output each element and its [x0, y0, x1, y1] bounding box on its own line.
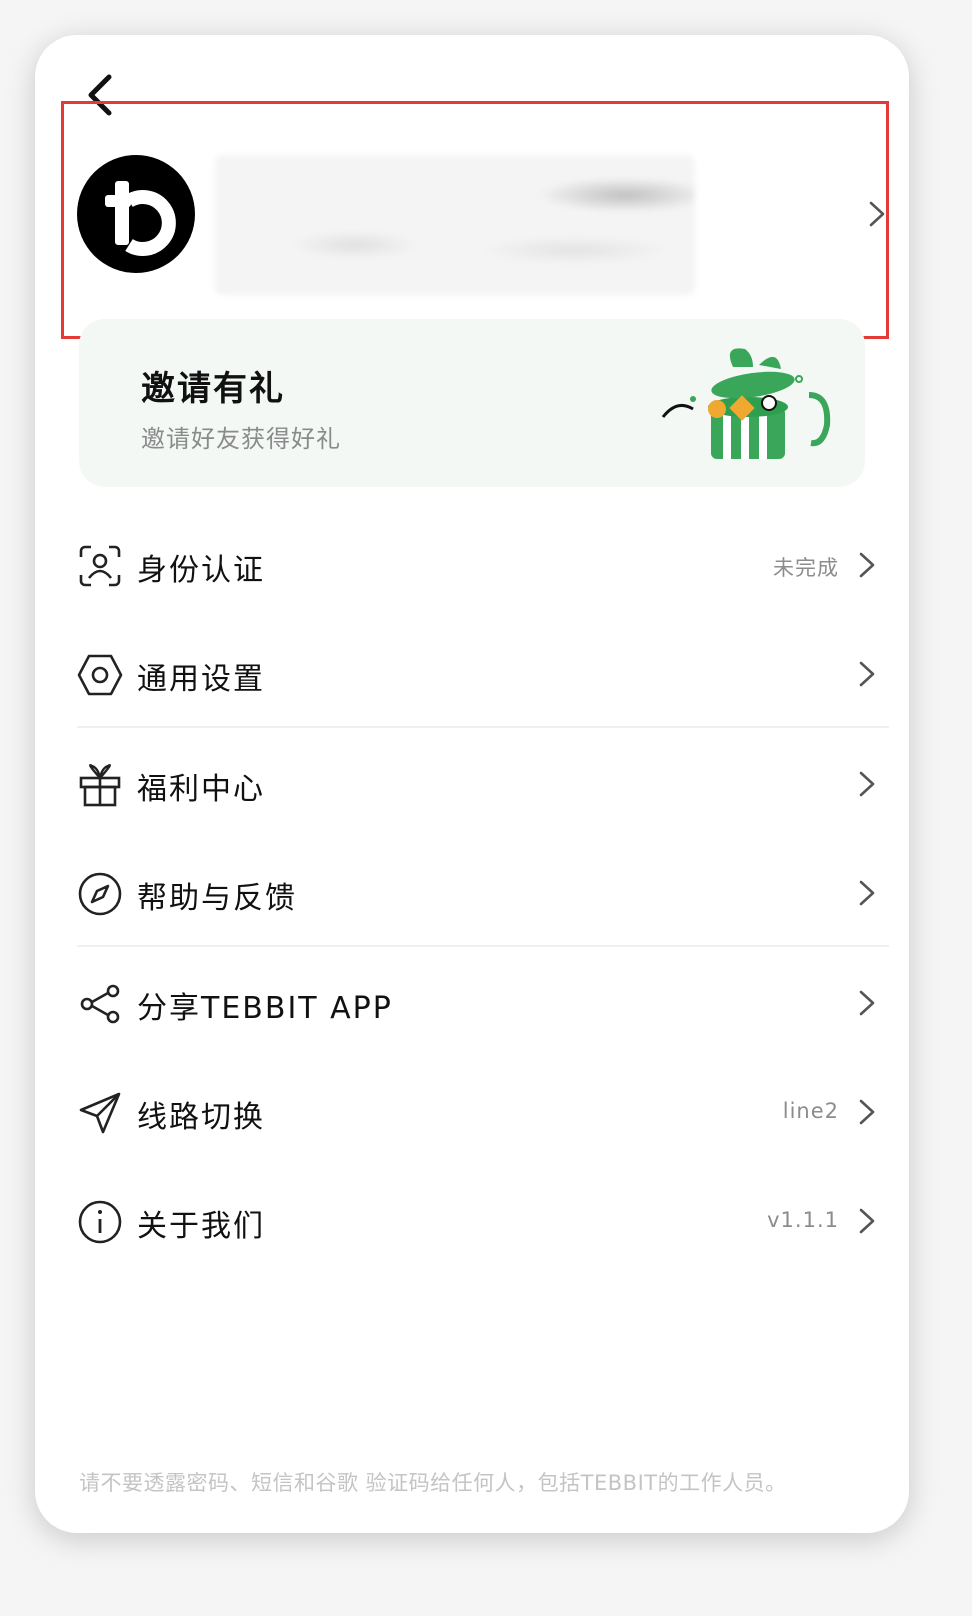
- compass-icon: [78, 872, 122, 916]
- divider: [77, 945, 889, 947]
- menu-item-identity-verification[interactable]: 身份认证 未完成: [77, 525, 877, 605]
- menu-item-benefits-center[interactable]: 福利中心: [77, 744, 877, 824]
- gift-box-illustration: [661, 348, 831, 459]
- menu-item-value: v1.1.1: [767, 1208, 839, 1232]
- person-scan-icon: [79, 545, 121, 587]
- highlight-box: [61, 101, 889, 339]
- menu-item-about-us[interactable]: 关于我们 v1.1.1: [77, 1181, 877, 1261]
- share-icon: [80, 984, 120, 1024]
- send-icon: [79, 1092, 121, 1134]
- menu-item-label: 线路切换: [137, 1100, 265, 1135]
- gift-icon: [79, 764, 121, 807]
- hexagon-settings-icon: [77, 654, 123, 696]
- invite-card[interactable]: 邀请有礼 邀请好友获得好礼: [79, 319, 865, 487]
- menu-item-label: 分享TEBBIT APP: [137, 991, 393, 1026]
- app-screen: 邀请有礼 邀请好友获得好礼 身份认证 未完成 通用设置 福利中心 帮助与反馈 分…: [35, 35, 909, 1533]
- divider: [77, 726, 889, 728]
- menu-item-label: 身份认证: [137, 553, 265, 588]
- menu-item-general-settings[interactable]: 通用设置: [77, 634, 877, 714]
- menu-item-value: line2: [782, 1099, 839, 1123]
- chevron-right-icon: [857, 1207, 877, 1235]
- menu-item-label: 通用设置: [137, 662, 265, 697]
- security-notice: 请不要透露密码、短信和谷歌 验证码给任何人，包括TEBBIT的工作人员。: [79, 1471, 787, 1495]
- menu-item-value: 未完成: [773, 556, 839, 580]
- menu-item-label: 福利中心: [137, 772, 265, 807]
- menu-item-label: 关于我们: [137, 1209, 265, 1244]
- invite-subtitle: 邀请好友获得好礼: [141, 425, 341, 453]
- info-icon: [78, 1200, 122, 1244]
- invite-title: 邀请有礼: [141, 369, 285, 409]
- menu-item-help-feedback[interactable]: 帮助与反馈: [77, 853, 877, 933]
- menu-item-line-switch[interactable]: 线路切换 line2: [77, 1072, 877, 1152]
- menu-item-share-app[interactable]: 分享TEBBIT APP: [77, 963, 877, 1043]
- chevron-right-icon: [857, 770, 877, 798]
- menu-item-label: 帮助与反馈: [137, 881, 297, 916]
- chevron-right-icon: [857, 989, 877, 1017]
- chevron-right-icon: [857, 1098, 877, 1126]
- chevron-right-icon: [857, 551, 877, 579]
- chevron-right-icon: [857, 660, 877, 688]
- chevron-right-icon: [857, 879, 877, 907]
